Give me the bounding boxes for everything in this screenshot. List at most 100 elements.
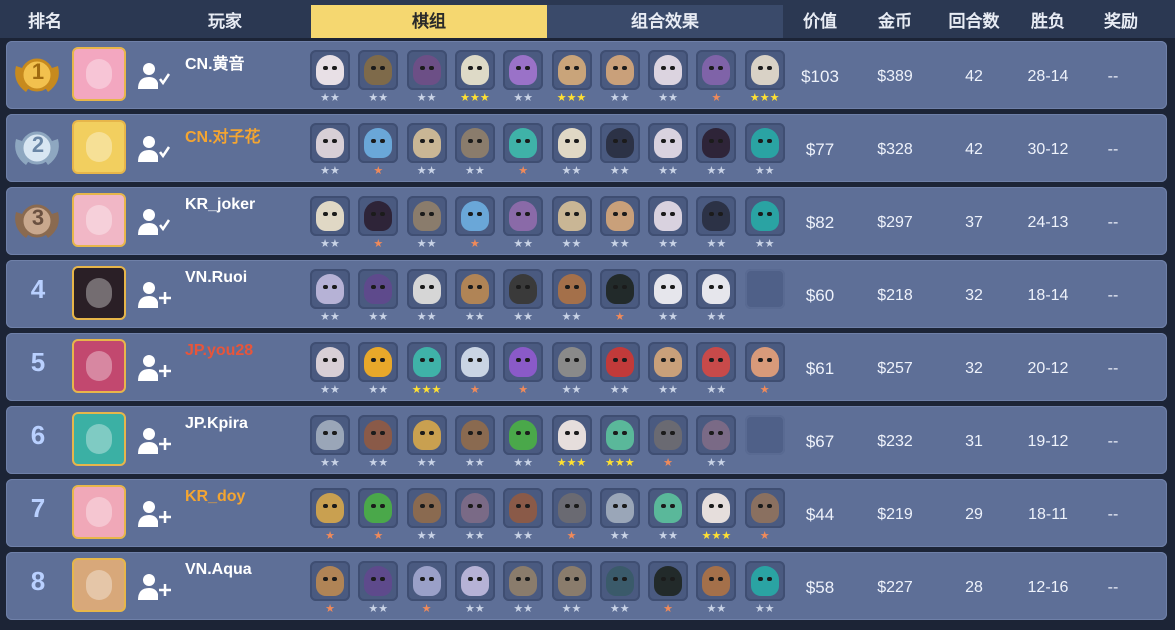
unit-portrait-icon[interactable]: [310, 123, 350, 163]
unit-portrait-icon[interactable]: [744, 488, 785, 528]
unit-portrait-icon[interactable]: [454, 415, 495, 455]
player-avatar[interactable]: [72, 339, 126, 393]
player-avatar[interactable]: [72, 412, 126, 466]
unit-portrait-icon[interactable]: [599, 415, 640, 455]
added-friend-icon[interactable]: [138, 205, 172, 237]
player-avatar[interactable]: [72, 193, 126, 247]
unit-portrait-icon[interactable]: [551, 269, 592, 309]
unit-portrait-icon[interactable]: [503, 488, 544, 528]
unit-portrait-icon[interactable]: [648, 196, 689, 236]
unit-portrait-icon[interactable]: [358, 269, 399, 309]
unit-portrait-icon[interactable]: [648, 269, 689, 309]
unit-portrait-icon[interactable]: [551, 561, 592, 601]
unit-portrait-icon[interactable]: [696, 50, 737, 90]
tab-synergy[interactable]: 组合效果: [547, 5, 783, 38]
unit-portrait-icon[interactable]: [599, 342, 640, 382]
unit-portrait-icon[interactable]: [696, 342, 737, 382]
player-row-2[interactable]: 2 CN.对子花 ★★ ★ ★★ ★★ ★ ★★ ★★ ★★ ★★ ★★ $77…: [6, 114, 1167, 182]
unit-portrait-icon[interactable]: [744, 123, 785, 163]
unit-portrait-icon[interactable]: [648, 415, 689, 455]
unit-portrait-icon[interactable]: [358, 342, 399, 382]
add-friend-icon[interactable]: [138, 351, 172, 383]
unit-portrait-icon[interactable]: [551, 415, 592, 455]
unit-portrait-icon[interactable]: [696, 123, 737, 163]
player-avatar[interactable]: [72, 266, 126, 320]
unit-portrait-icon[interactable]: [406, 269, 447, 309]
unit-portrait-icon[interactable]: [599, 488, 640, 528]
added-friend-icon[interactable]: [138, 132, 172, 164]
unit-portrait-icon[interactable]: [406, 561, 447, 601]
player-avatar[interactable]: [72, 47, 126, 101]
unit-portrait-icon[interactable]: [310, 50, 350, 90]
unit-portrait-icon[interactable]: [744, 342, 785, 382]
unit-portrait-icon[interactable]: [744, 196, 785, 236]
unit-portrait-icon[interactable]: [696, 269, 737, 309]
unit-portrait-icon[interactable]: [454, 50, 495, 90]
unit-portrait-icon[interactable]: [406, 123, 447, 163]
unit-portrait-icon[interactable]: [358, 123, 399, 163]
unit-portrait-icon[interactable]: [454, 342, 495, 382]
unit-portrait-icon[interactable]: [696, 415, 737, 455]
unit-portrait-icon[interactable]: [551, 342, 592, 382]
unit-portrait-icon[interactable]: [744, 50, 785, 90]
unit-portrait-icon[interactable]: [551, 196, 592, 236]
unit-portrait-icon[interactable]: [648, 50, 689, 90]
player-row-3[interactable]: 3 KR_joker ★★ ★ ★★ ★ ★★ ★★ ★★ ★★ ★★ ★★ $…: [6, 187, 1167, 255]
unit-portrait-icon[interactable]: [599, 561, 640, 601]
unit-portrait-icon[interactable]: [358, 50, 399, 90]
unit-portrait-icon[interactable]: [358, 415, 399, 455]
unit-portrait-icon[interactable]: [503, 123, 544, 163]
unit-portrait-icon[interactable]: [503, 561, 544, 601]
player-avatar[interactable]: [72, 120, 126, 174]
unit-portrait-icon[interactable]: [503, 415, 544, 455]
unit-portrait-icon[interactable]: [454, 269, 495, 309]
unit-portrait-icon[interactable]: [406, 50, 447, 90]
player-row-5[interactable]: 5 JP.you28 ★★ ★★ ★★★ ★ ★ ★★ ★★ ★★ ★★ ★ $…: [6, 333, 1167, 401]
unit-portrait-icon[interactable]: [358, 561, 399, 601]
unit-portrait-icon[interactable]: [648, 488, 689, 528]
unit-portrait-icon[interactable]: [310, 561, 350, 601]
unit-portrait-icon[interactable]: [454, 196, 495, 236]
player-row-7[interactable]: 7 KR_doy ★ ★ ★★ ★★ ★★ ★ ★★ ★★ ★★★ ★ $44 …: [6, 479, 1167, 547]
add-friend-icon[interactable]: [138, 278, 172, 310]
player-avatar[interactable]: [72, 485, 126, 539]
unit-portrait-icon[interactable]: [406, 196, 447, 236]
add-friend-icon[interactable]: [138, 497, 172, 529]
add-friend-icon[interactable]: [138, 570, 172, 602]
unit-portrait-icon[interactable]: [358, 196, 399, 236]
unit-portrait-icon[interactable]: [358, 488, 399, 528]
unit-portrait-icon[interactable]: [406, 415, 447, 455]
unit-portrait-icon[interactable]: [551, 50, 592, 90]
unit-portrait-icon[interactable]: [310, 269, 350, 309]
unit-portrait-icon[interactable]: [599, 269, 640, 309]
unit-portrait-icon[interactable]: [696, 196, 737, 236]
tab-lineup[interactable]: 棋组: [311, 5, 547, 38]
unit-portrait-icon[interactable]: [599, 50, 640, 90]
unit-portrait-icon[interactable]: [551, 488, 592, 528]
unit-portrait-icon[interactable]: [696, 488, 737, 528]
player-row-1[interactable]: 1 CN.黄音 ★★ ★★ ★★ ★★★ ★★ ★★★ ★★ ★★ ★ ★★★ …: [6, 41, 1167, 109]
unit-portrait-icon[interactable]: [310, 342, 350, 382]
unit-portrait-icon[interactable]: [503, 269, 544, 309]
unit-portrait-icon[interactable]: [310, 196, 350, 236]
player-row-4[interactable]: 4 VN.Ruoi ★★ ★★ ★★ ★★ ★★ ★★ ★ ★★ ★★ $60 …: [6, 260, 1167, 328]
unit-portrait-icon[interactable]: [744, 561, 785, 601]
player-row-6[interactable]: 6 JP.Kpira ★★ ★★ ★★ ★★ ★★ ★★★ ★★★ ★ ★★ $…: [6, 406, 1167, 474]
unit-portrait-icon[interactable]: [648, 123, 689, 163]
unit-portrait-icon[interactable]: [503, 50, 544, 90]
unit-portrait-icon[interactable]: [310, 415, 350, 455]
unit-portrait-icon[interactable]: [454, 561, 495, 601]
player-row-8[interactable]: 8 VN.Aqua ★ ★★ ★ ★★ ★★ ★★ ★★ ★ ★★ ★★ $58…: [6, 552, 1167, 620]
unit-portrait-icon[interactable]: [310, 488, 350, 528]
unit-portrait-icon[interactable]: [648, 561, 689, 601]
unit-portrait-icon[interactable]: [696, 561, 737, 601]
unit-portrait-icon[interactable]: [599, 123, 640, 163]
unit-portrait-icon[interactable]: [503, 342, 544, 382]
unit-portrait-icon[interactable]: [599, 196, 640, 236]
unit-portrait-icon[interactable]: [648, 342, 689, 382]
unit-portrait-icon[interactable]: [454, 123, 495, 163]
unit-portrait-icon[interactable]: [551, 123, 592, 163]
added-friend-icon[interactable]: [138, 59, 172, 91]
unit-portrait-icon[interactable]: [454, 488, 495, 528]
unit-portrait-icon[interactable]: [503, 196, 544, 236]
